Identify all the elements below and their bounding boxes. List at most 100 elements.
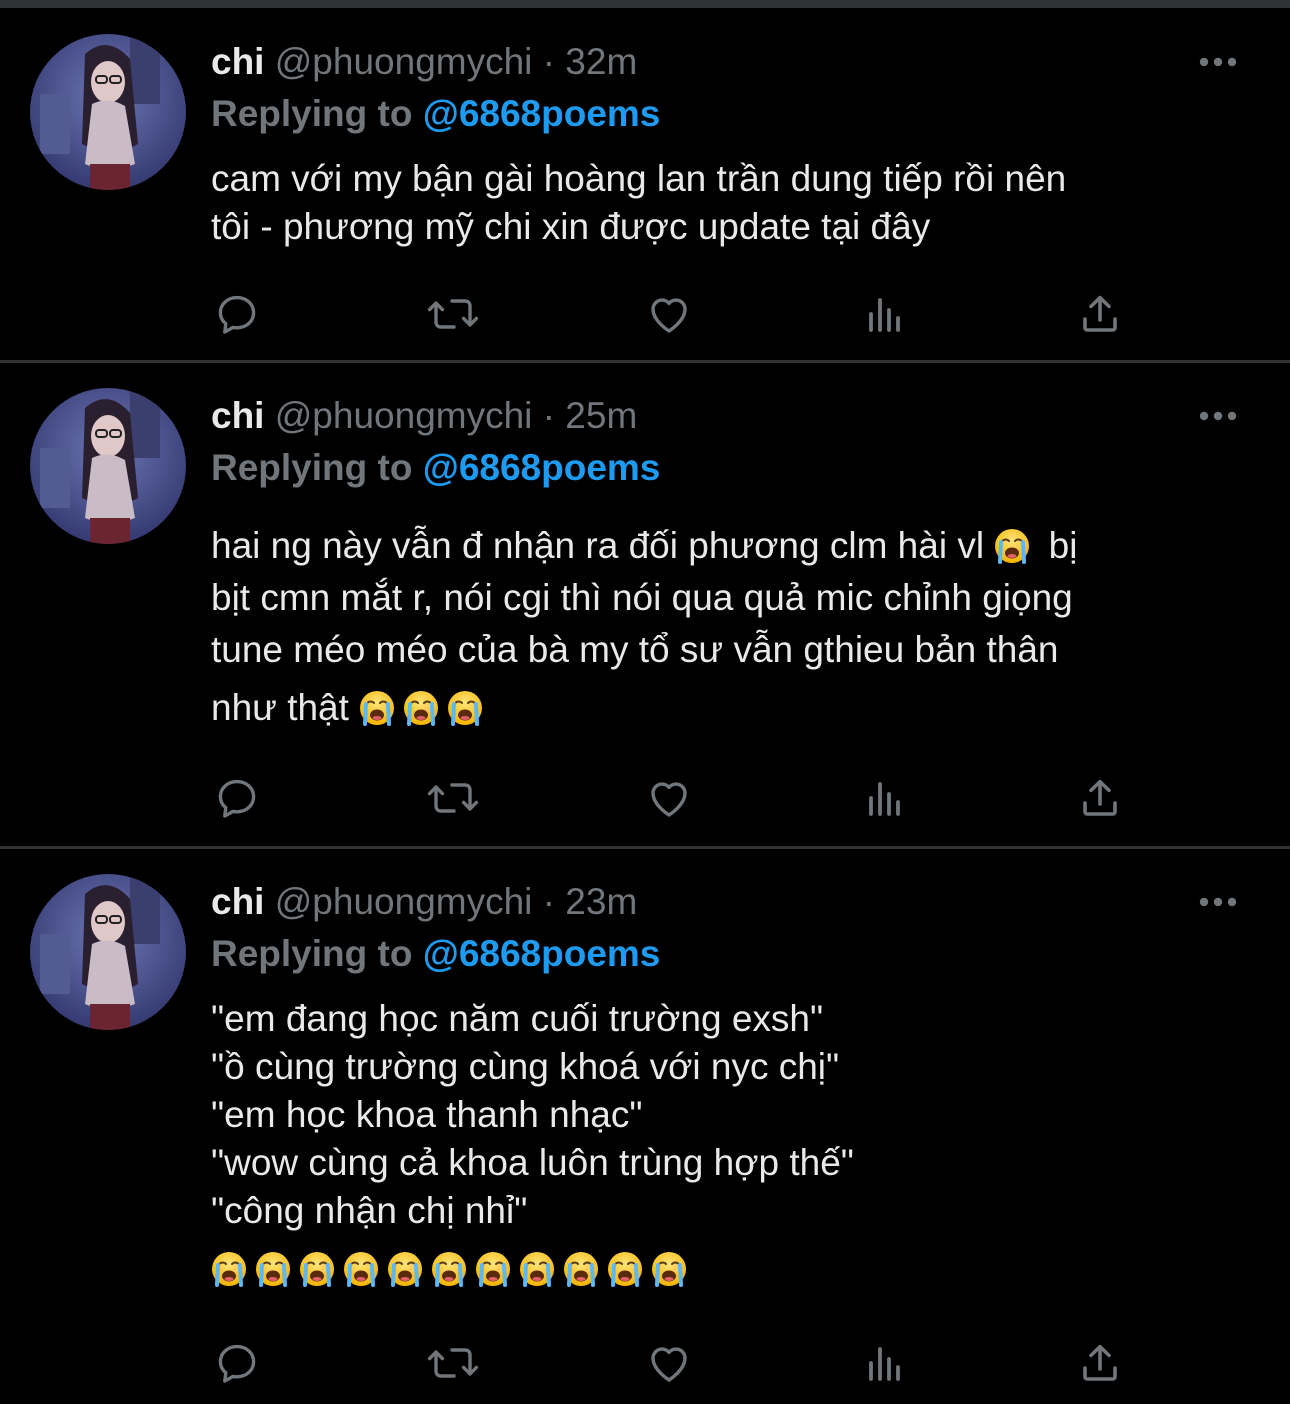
loudly-crying-face-emoji [563,1251,599,1287]
more-options-button[interactable] [1198,396,1238,436]
replying-to: Replying to @6868poems [211,929,660,979]
user-handle[interactable]: @phuongmychi [275,395,533,436]
loudly-crying-face-emoji [403,690,439,726]
tweet-text-line: "wow cùng cả khoa luôn trùng hợp thế" [211,1142,854,1183]
loudly-crying-face-emoji [299,1251,335,1287]
timestamp[interactable]: 25m [565,395,637,436]
loudly-crying-face-emoji [387,1251,423,1287]
loudly-crying-face-emoji [651,1251,687,1287]
tweet-text: hai ng này vẫn đ nhận ra đối phương clm … [211,520,1261,734]
tweet-text-line: bịt cmn mắt r, nói cgi thì nói qua quả m… [211,577,1073,618]
loudly-crying-face-emoji [994,528,1030,564]
tweet-text-fragment: hai ng này vẫn đ nhận ra đối phương clm … [211,525,985,566]
loudly-crying-face-emoji [359,690,395,726]
tweet-text-line: tune méo méo của bà my tổ sư vẫn gthieu … [211,629,1059,670]
tweet-3[interactable]: chi @phuongmychi · 23m Replying to @6868… [0,849,1290,1404]
timestamp[interactable]: 23m [565,881,637,922]
reply-button[interactable] [207,768,267,828]
retweet-button[interactable] [423,1333,483,1393]
replying-to-handle[interactable]: @6868poems [423,447,661,488]
like-icon [645,290,693,338]
like-button[interactable] [639,768,699,828]
display-name[interactable]: chi [211,881,264,922]
tweet-header: chi @phuongmychi · 32m [211,37,637,87]
like-icon [645,774,693,822]
display-name[interactable]: chi [211,41,264,82]
analytics-icon [861,774,909,822]
like-icon [645,1339,693,1387]
more-dots-icon [1199,57,1237,67]
loudly-crying-face-emoji [607,1251,643,1287]
replying-to-handle[interactable]: @6868poems [423,933,661,974]
analytics-icon [861,290,909,338]
user-handle[interactable]: @phuongmychi [275,41,533,82]
loudly-crying-face-emoji [255,1251,291,1287]
retweet-icon [426,774,480,822]
more-dots-icon [1199,897,1237,907]
share-icon [1076,1339,1124,1387]
tweet-text: cam với my bận gài hoàng lan trần dung t… [211,155,1261,251]
tweet-text-line: như thật [211,682,1261,734]
loudly-crying-face-emoji [431,1251,467,1287]
action-bar [0,1333,1290,1393]
analytics-button[interactable] [855,768,915,828]
reply-icon [213,774,261,822]
tweet-text-line: "ồ cùng trường cùng khoá với nyc chị" [211,1046,840,1087]
display-name[interactable]: chi [211,395,264,436]
tweet-text-line: "em học khoa thanh nhạc" [211,1094,643,1135]
tweet-text-fragment: bị [1038,525,1078,566]
tweet-1[interactable]: chi @phuongmychi · 32m Replying to @6868… [0,0,1290,362]
retweet-button[interactable] [423,768,483,828]
avatar[interactable] [30,874,186,1030]
reply-icon [213,1339,261,1387]
share-button[interactable] [1070,1333,1130,1393]
tweet-text-line: hai ng này vẫn đ nhận ra đối phương clm … [211,520,1261,572]
more-options-button[interactable] [1198,882,1238,922]
tweet-header: chi @phuongmychi · 25m [211,391,637,441]
tweet-text-line: "em đang học năm cuối trường exsh" [211,998,824,1039]
more-dots-icon [1199,411,1237,421]
tweet-text-line: "công nhận chị nhỉ" [211,1190,528,1231]
separator-dot: · [542,41,556,82]
more-options-button[interactable] [1198,42,1238,82]
replying-to-label: Replying to [211,933,413,974]
reply-button[interactable] [207,1333,267,1393]
tweet-text-fragment: như thật [211,687,349,728]
separator-dot: · [542,395,556,436]
loudly-crying-face-emoji [343,1251,379,1287]
share-button[interactable] [1070,768,1130,828]
loudly-crying-face-emoji [211,1251,247,1287]
retweet-icon [426,290,480,338]
retweet-button[interactable] [423,284,483,344]
share-button[interactable] [1070,284,1130,344]
tweet-2[interactable]: chi @phuongmychi · 25m Replying to @6868… [0,363,1290,848]
emoji-row [211,1245,1261,1293]
retweet-icon [426,1339,480,1387]
avatar[interactable] [30,388,186,544]
like-button[interactable] [639,284,699,344]
like-button[interactable] [639,1333,699,1393]
share-icon [1076,290,1124,338]
replying-to: Replying to @6868poems [211,443,660,493]
avatar[interactable] [30,34,186,190]
replying-to: Replying to @6868poems [211,89,660,139]
replying-to-handle[interactable]: @6868poems [423,93,661,134]
reply-button[interactable] [207,284,267,344]
tweet-text-line: cam với my bận gài hoàng lan trần dung t… [211,158,1067,199]
user-handle[interactable]: @phuongmychi [275,881,533,922]
reply-icon [213,290,261,338]
tweet-header: chi @phuongmychi · 23m [211,877,637,927]
timestamp[interactable]: 32m [565,41,637,82]
analytics-button[interactable] [855,284,915,344]
analytics-icon [861,1339,909,1387]
tweet-text: "em đang học năm cuối trường exsh" "ồ cù… [211,995,1261,1293]
tweet-text-line: tôi - phương mỹ chi xin được update tại … [211,206,931,247]
replying-to-label: Replying to [211,93,413,134]
loudly-crying-face-emoji [519,1251,555,1287]
loudly-crying-face-emoji [475,1251,511,1287]
analytics-button[interactable] [855,1333,915,1393]
replying-to-label: Replying to [211,447,413,488]
loudly-crying-face-emoji [447,690,483,726]
action-bar [0,284,1290,344]
action-bar [0,768,1290,828]
